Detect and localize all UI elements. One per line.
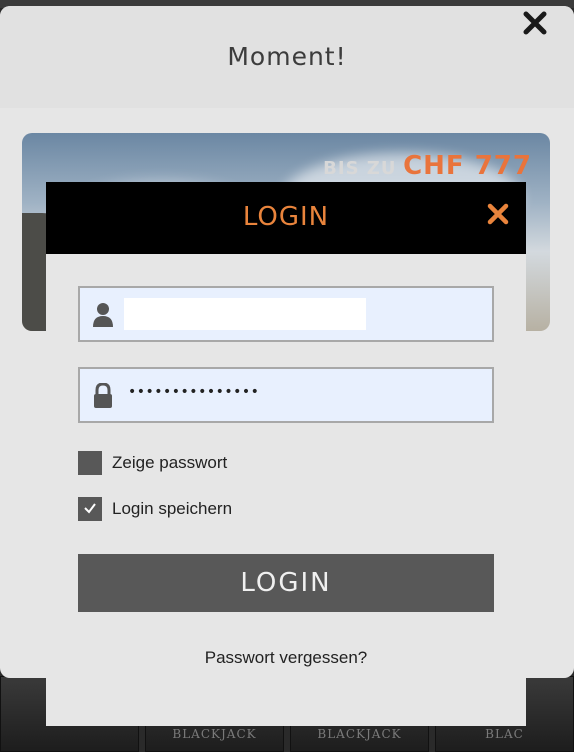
remember-login-option[interactable]: Login speichern <box>78 496 232 522</box>
moment-dialog-header: Moment! <box>0 6 574 108</box>
show-password-checkbox[interactable] <box>78 451 102 475</box>
thumbnail-label: BLAC <box>485 727 524 741</box>
thumbnail-label: BLACKJACK <box>317 727 402 741</box>
close-icon[interactable] <box>520 8 550 38</box>
banner-amount: CHF 777 <box>403 151 532 181</box>
password-input[interactable]: ••••••••••••••• <box>128 384 259 400</box>
login-dialog-title: LOGIN <box>242 202 330 232</box>
banner-pre-text: BIS ZU <box>323 158 397 179</box>
remember-login-label[interactable]: Login speichern <box>112 499 232 519</box>
login-dialog-header: LOGIN <box>46 182 526 254</box>
password-field[interactable]: ••••••••••••••• <box>78 367 494 423</box>
login-dialog: LOGIN ••••••••••••••• Zeige passwort Log… <box>46 182 526 726</box>
lock-icon <box>94 383 112 408</box>
show-password-option[interactable]: Zeige passwort <box>78 450 227 476</box>
username-input[interactable] <box>124 298 366 330</box>
close-icon[interactable] <box>486 202 510 226</box>
remember-login-checkbox[interactable] <box>78 497 102 521</box>
username-field[interactable] <box>78 286 494 342</box>
thumbnail-label: BLACKJACK <box>172 727 257 741</box>
user-icon <box>93 303 113 327</box>
forgot-password-link[interactable]: Passwort vergessen? <box>46 648 526 668</box>
show-password-label[interactable]: Zeige passwort <box>112 453 227 473</box>
moment-dialog-title: Moment! <box>227 42 347 71</box>
checkmark-icon <box>84 503 96 514</box>
banner-offer: BIS ZU CHF 777 <box>323 151 532 181</box>
login-submit-button[interactable]: LOGIN <box>78 554 494 612</box>
